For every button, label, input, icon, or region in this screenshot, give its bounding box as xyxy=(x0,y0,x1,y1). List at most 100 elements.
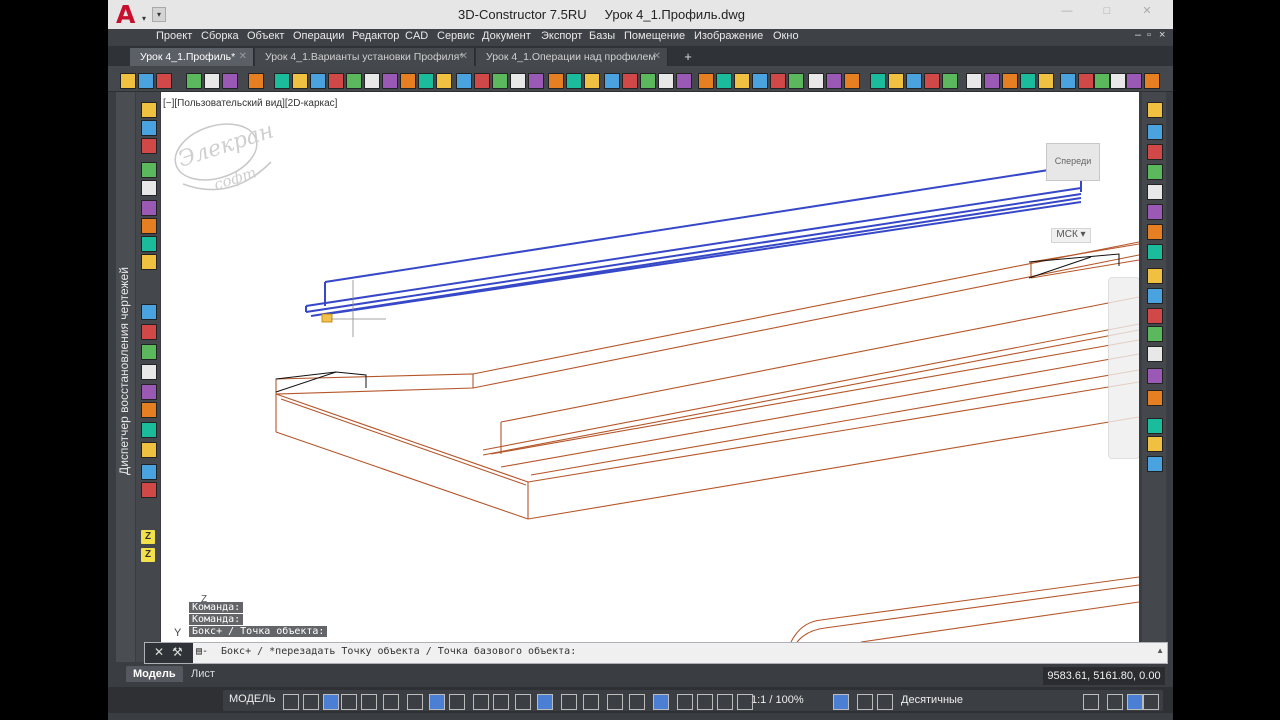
menu-service[interactable]: Сервис xyxy=(437,30,475,42)
close-tab-icon[interactable]: ✕ xyxy=(653,48,661,66)
menu-window[interactable]: Окно xyxy=(773,30,799,42)
status-toggle[interactable] xyxy=(341,694,357,710)
tool-button[interactable] xyxy=(141,364,157,380)
status-toggle[interactable] xyxy=(583,694,599,710)
tool-button[interactable] xyxy=(1147,418,1163,434)
annotation-scale-button[interactable]: 1:1 / 100% xyxy=(751,694,804,706)
menu-object[interactable]: Объект xyxy=(247,30,284,42)
tool-button[interactable] xyxy=(1110,73,1126,89)
tool-button[interactable] xyxy=(141,482,157,498)
status-toggle[interactable] xyxy=(361,694,377,710)
doc-restore-button[interactable]: ▫ xyxy=(1147,29,1151,41)
status-toggle[interactable] xyxy=(493,694,509,710)
menu-export[interactable]: Экспорт xyxy=(541,30,582,42)
tool-button[interactable] xyxy=(870,73,886,89)
tool-button[interactable] xyxy=(942,73,958,89)
tool-button[interactable] xyxy=(141,464,157,480)
maximize-button[interactable]: □ xyxy=(1092,0,1122,22)
doc-tab-operations[interactable]: Урок 4_1.Операции над профилем ✕ xyxy=(476,48,668,66)
tool-button[interactable] xyxy=(888,73,904,89)
tool-button[interactable] xyxy=(1147,184,1163,200)
doc-close-button[interactable]: × xyxy=(1159,29,1165,41)
wrench-icon[interactable]: ⚒ xyxy=(172,645,183,659)
tool-button[interactable] xyxy=(492,73,508,89)
tool-button[interactable] xyxy=(1060,73,1076,89)
wcs-menu-button[interactable]: МСК ▾ xyxy=(1051,228,1091,243)
tool-button[interactable] xyxy=(436,73,452,89)
command-input[interactable]: Бокс+ / *перезадать Точку объекта / Точк… xyxy=(221,646,576,657)
tool-button[interactable] xyxy=(604,73,620,89)
tool-button[interactable] xyxy=(141,218,157,234)
tool-button[interactable] xyxy=(141,162,157,178)
tool-button[interactable] xyxy=(310,73,326,89)
tool-button[interactable] xyxy=(640,73,656,89)
tool-button[interactable] xyxy=(141,344,157,360)
tool-button[interactable] xyxy=(141,384,157,400)
tool-button[interactable] xyxy=(566,73,582,89)
menu-project[interactable]: Проект xyxy=(156,30,192,42)
status-toggle[interactable] xyxy=(717,694,733,710)
tool-button[interactable] xyxy=(141,120,157,136)
tool-button[interactable] xyxy=(966,73,982,89)
tool-button[interactable] xyxy=(141,138,157,154)
status-toggle[interactable] xyxy=(561,694,577,710)
tool-button[interactable] xyxy=(1147,268,1163,284)
tool-button[interactable] xyxy=(222,73,238,89)
tool-button[interactable] xyxy=(1020,73,1036,89)
tool-button[interactable] xyxy=(1094,73,1110,89)
tool-button[interactable] xyxy=(770,73,786,89)
tab-layout-sheet[interactable]: Лист xyxy=(184,666,222,682)
viewport-label[interactable]: [−][Пользовательский вид][2D-каркас] xyxy=(163,98,337,109)
tool-button[interactable] xyxy=(752,73,768,89)
tool-button[interactable] xyxy=(204,73,220,89)
viewcube-face-front[interactable]: Спереди xyxy=(1046,143,1100,181)
tool-button[interactable] xyxy=(676,73,692,89)
z-filter-button[interactable]: Z xyxy=(141,530,155,544)
units-dropdown[interactable]: Десятичные xyxy=(901,694,963,706)
status-toggle[interactable] xyxy=(1107,694,1123,710)
tool-button[interactable] xyxy=(274,73,290,89)
tool-button[interactable] xyxy=(1147,144,1163,160)
tool-button[interactable] xyxy=(141,442,157,458)
z-filter-button[interactable]: Z xyxy=(141,548,155,562)
tool-button[interactable] xyxy=(528,73,544,89)
status-toggle[interactable] xyxy=(303,694,319,710)
status-toggle[interactable] xyxy=(1143,694,1159,710)
menu-room[interactable]: Помещение xyxy=(624,30,685,42)
close-button[interactable]: ✕ xyxy=(1132,0,1162,22)
tool-button[interactable] xyxy=(1147,456,1163,472)
status-toggle[interactable] xyxy=(383,694,399,710)
close-tab-icon[interactable]: ✕ xyxy=(239,48,247,66)
tool-button[interactable] xyxy=(156,73,172,89)
status-toggle[interactable] xyxy=(607,694,623,710)
tool-button[interactable] xyxy=(1147,288,1163,304)
tool-button[interactable] xyxy=(456,73,472,89)
tool-button[interactable] xyxy=(186,73,202,89)
tool-button[interactable] xyxy=(844,73,860,89)
app-logo-button[interactable]: A ▾ xyxy=(114,0,148,29)
tool-button[interactable] xyxy=(141,236,157,252)
tool-button[interactable] xyxy=(474,73,490,89)
tool-button[interactable] xyxy=(906,73,922,89)
status-toggle[interactable] xyxy=(537,694,553,710)
tool-button[interactable] xyxy=(138,73,154,89)
tool-button[interactable] xyxy=(1147,308,1163,324)
menu-cad[interactable]: CAD xyxy=(405,30,428,42)
tool-button[interactable] xyxy=(1147,390,1163,406)
doc-minimize-button[interactable]: – xyxy=(1135,29,1141,41)
tool-button[interactable] xyxy=(141,254,157,270)
tool-button[interactable] xyxy=(548,73,564,89)
tool-button[interactable] xyxy=(924,73,940,89)
tool-button[interactable] xyxy=(1002,73,1018,89)
menu-operations[interactable]: Операции xyxy=(293,30,344,42)
tool-button[interactable] xyxy=(826,73,842,89)
tool-button[interactable] xyxy=(1147,102,1163,118)
menu-assembly[interactable]: Сборка xyxy=(201,30,239,42)
tool-button[interactable] xyxy=(808,73,824,89)
tool-button[interactable] xyxy=(292,73,308,89)
tool-button[interactable] xyxy=(382,73,398,89)
tool-button[interactable] xyxy=(1147,164,1163,180)
doc-tab-variants[interactable]: Урок 4_1.Варианты установки Профиля* ✕ xyxy=(255,48,475,66)
doc-tab-profile[interactable]: Урок 4_1.Профиль* ✕ xyxy=(130,48,254,66)
tool-button[interactable] xyxy=(510,73,526,89)
